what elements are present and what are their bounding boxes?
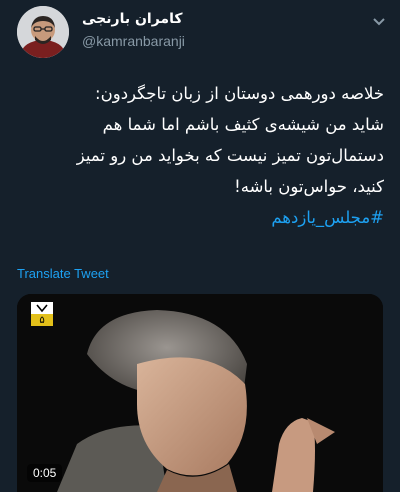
avatar[interactable] <box>17 6 69 58</box>
tweet-line: شاید من شیشه‌ی کثیف باشم اما شما هم <box>102 115 384 134</box>
tweet-line: دستمال‌تون تمیز نیست که بخواید من رو تمی… <box>76 146 384 165</box>
video-frame <box>17 294 383 492</box>
user-handle[interactable]: @kamranbaranji <box>82 33 185 49</box>
tweet-text: خلاصه دورهمی دوستان از زبان تاجگردون: شا… <box>14 78 384 233</box>
display-name[interactable]: کامران بارنجی <box>82 11 182 27</box>
tweet-line: خلاصه دورهمی دوستان از زبان تاجگردون: <box>95 84 384 103</box>
video-timestamp: 0:05 <box>27 464 63 482</box>
translate-tweet-link[interactable]: Translate Tweet <box>17 266 109 281</box>
chevron-down-icon[interactable] <box>372 12 386 26</box>
hashtag-link[interactable]: #مجلس_یازدهم <box>14 202 384 233</box>
avatar-image <box>17 6 69 58</box>
tweet-header: کامران بارنجی @kamranbaranji <box>0 0 400 70</box>
logo-number: ۵ <box>39 315 44 326</box>
video-player[interactable]: ۵ 0:05 <box>17 294 383 492</box>
tweet-line: کنید، حواس‌تون باشه! <box>234 177 384 196</box>
tv-logo-icon: ۵ <box>31 302 53 326</box>
